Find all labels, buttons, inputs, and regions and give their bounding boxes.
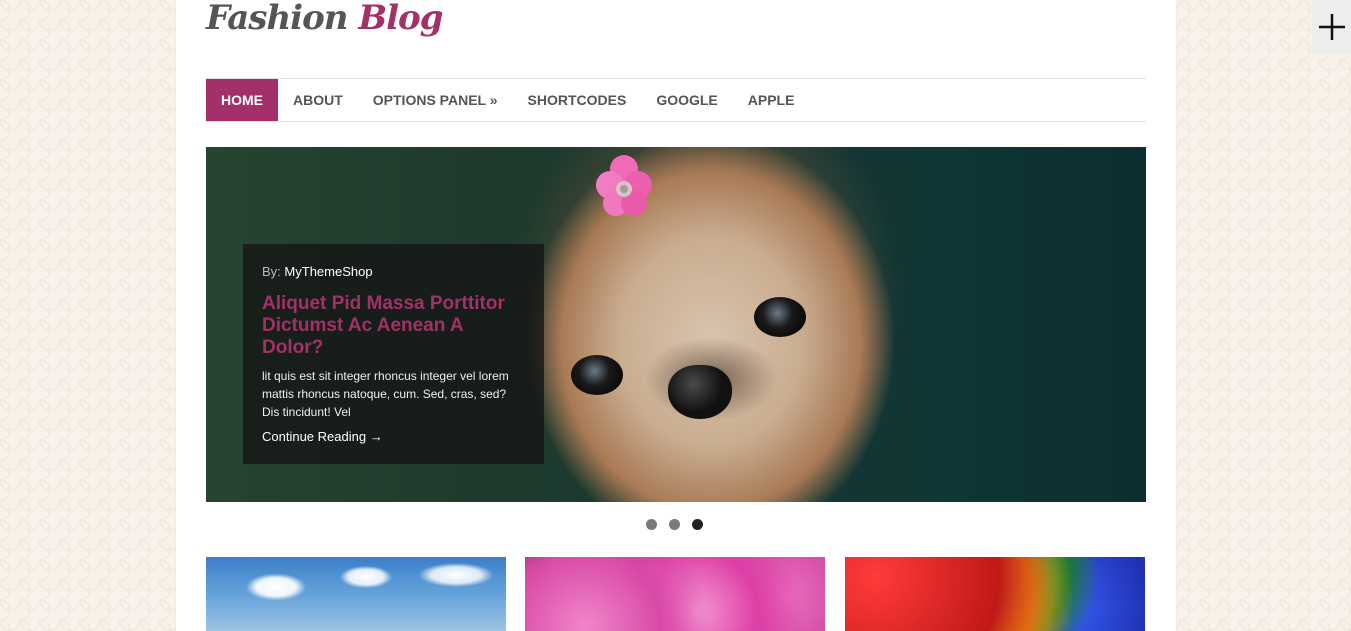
slider-dot-1[interactable] — [646, 519, 657, 530]
slide-post-title[interactable]: Aliquet Pid Massa Porttitor Dictumst Ac … — [262, 293, 525, 359]
slide-caption: By: MyThemeShop Aliquet Pid Massa Portti… — [243, 244, 544, 464]
logo-word-fashion: Fashion — [206, 0, 348, 38]
dog-left-eye-image — [571, 355, 623, 395]
slider-pagination — [646, 519, 703, 530]
plus-icon — [1318, 14, 1345, 40]
featured-slider[interactable]: By: MyThemeShop Aliquet Pid Massa Portti… — [206, 147, 1146, 502]
post-byline: By: MyThemeShop — [262, 264, 525, 279]
post-thumbnail-sky[interactable] — [206, 557, 506, 631]
page-container: Fashion Blog HOME ABOUT OPTIONS PANEL » … — [176, 0, 1176, 631]
nav-item-options-panel[interactable]: OPTIONS PANEL » — [358, 79, 513, 121]
dog-nose-image — [668, 365, 732, 419]
slide-excerpt: lit quis est sit integer rhoncus integer… — [262, 369, 509, 419]
nav-item-home[interactable]: HOME — [206, 79, 278, 121]
nav-item-apple[interactable]: APPLE — [733, 79, 810, 121]
main-navigation: HOME ABOUT OPTIONS PANEL » SHORTCODES GO… — [206, 78, 1146, 122]
author-link[interactable]: MyThemeShop — [284, 264, 372, 279]
expand-button[interactable] — [1312, 0, 1351, 54]
nav-item-shortcodes[interactable]: SHORTCODES — [513, 79, 642, 121]
nav-item-about[interactable]: ABOUT — [278, 79, 358, 121]
by-label: By: — [262, 264, 281, 279]
nav-item-google[interactable]: GOOGLE — [641, 79, 732, 121]
logo-word-blog: Blog — [358, 0, 443, 38]
dog-right-eye-image — [754, 297, 806, 337]
continue-reading-link[interactable]: Continue Reading → — [262, 429, 525, 444]
slider-dot-2[interactable] — [669, 519, 680, 530]
site-logo[interactable]: Fashion Blog — [206, 0, 443, 38]
pink-flower-clip-image — [596, 155, 652, 216]
slider-dot-3[interactable] — [692, 519, 703, 530]
post-thumbnail-roses[interactable] — [845, 557, 1145, 631]
post-thumbnail-dahlias[interactable] — [525, 557, 825, 631]
